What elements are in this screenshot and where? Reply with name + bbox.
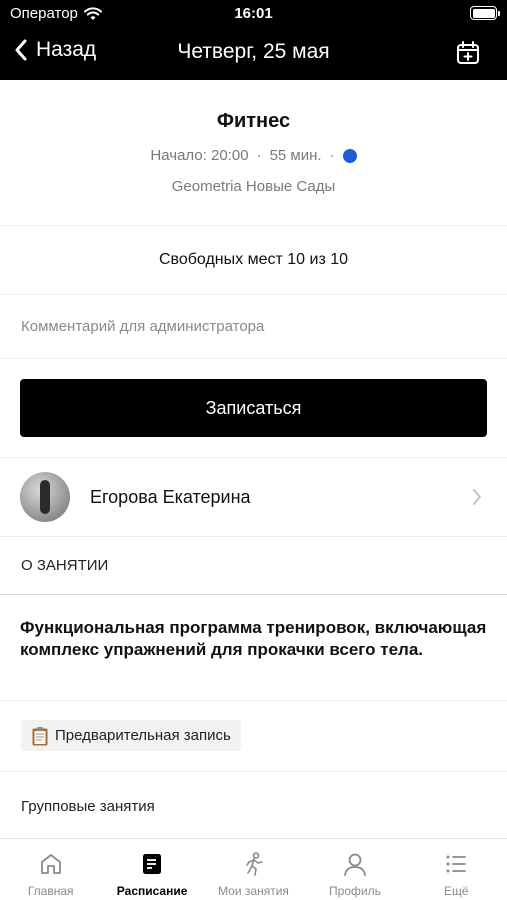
navigation-bar: Назад Четверг, 25 мая xyxy=(0,28,507,80)
runner-icon xyxy=(245,852,263,876)
chevron-right-icon xyxy=(473,489,481,505)
admin-comment-input[interactable]: Комментарий для администратора xyxy=(0,295,507,358)
tab-bar: Главная Расписание Мои занятия Профиль Е… xyxy=(0,838,507,900)
tab-home[interactable]: Главная xyxy=(0,839,101,900)
meta-separator: · xyxy=(256,147,262,164)
more-icon xyxy=(446,855,467,873)
tab-label: Главная xyxy=(27,884,74,898)
back-label: Назад xyxy=(36,38,97,61)
tag-container: Предварительная запись xyxy=(0,701,507,771)
class-venue: Geometria Новые Сады xyxy=(171,178,336,195)
class-meta: Начало: 20:00 · 55 мин. · xyxy=(0,147,507,164)
home-icon xyxy=(40,854,61,874)
clipboard-icon xyxy=(32,726,48,745)
class-color-indicator xyxy=(342,148,357,163)
trainer-row[interactable]: Егорова Екатерина xyxy=(0,458,507,536)
battery-icon xyxy=(470,6,500,20)
about-section-title: О ЗАНЯТИИ xyxy=(21,557,109,574)
class-name: Фитнес xyxy=(216,110,291,132)
tab-schedule[interactable]: Расписание xyxy=(101,839,202,900)
class-start-time: Начало: 20:00 xyxy=(150,147,249,164)
tab-label: Профиль xyxy=(329,884,381,898)
meta-separator: · xyxy=(329,147,335,164)
pre-booking-badge: Предварительная запись xyxy=(21,720,241,751)
tab-profile[interactable]: Профиль xyxy=(304,839,405,900)
available-seats: Свободных мест 10 из 10 xyxy=(158,251,349,268)
tab-my-classes[interactable]: Мои занятия xyxy=(203,839,304,900)
signup-button[interactable]: Записаться xyxy=(20,379,487,437)
trainer-avatar xyxy=(20,472,70,522)
class-description: Функциональная программа тренировок, вкл… xyxy=(20,618,487,659)
class-header: Фитнес Начало: 20:00 · 55 мин. · Geometr… xyxy=(0,80,507,225)
tab-label: Мои занятия xyxy=(218,884,289,898)
class-duration: 55 мин. xyxy=(269,147,322,164)
clock: 16:01 xyxy=(234,5,273,22)
back-button[interactable]: Назад xyxy=(14,38,96,62)
chevron-left-icon xyxy=(15,39,27,61)
status-bar: Оператор 16:01 xyxy=(0,0,507,28)
tab-label: Расписание xyxy=(116,884,188,898)
tab-more[interactable]: Ещё xyxy=(406,839,507,900)
class-category: Групповые занятия xyxy=(21,797,155,815)
schedule-icon xyxy=(143,854,162,874)
class-details: Фитнес Начало: 20:00 · 55 мин. · Geometr… xyxy=(0,80,507,838)
trainer-name: Егорова Екатерина xyxy=(90,486,251,507)
add-to-calendar-icon[interactable] xyxy=(455,40,481,66)
signup-container: Записаться xyxy=(0,359,507,457)
profile-icon xyxy=(344,853,366,876)
tab-label: Ещё xyxy=(444,884,469,898)
pre-booking-label: Предварительная запись xyxy=(55,727,231,744)
